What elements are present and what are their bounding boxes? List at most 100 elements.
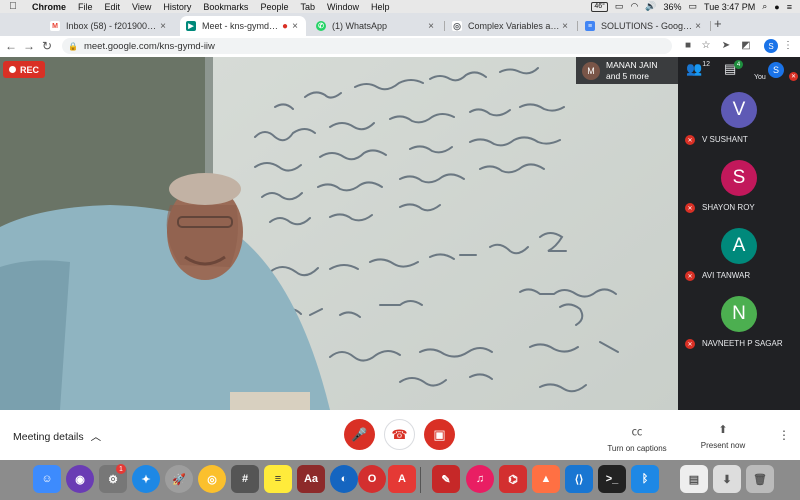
self-label: You xyxy=(754,74,766,81)
captions-button[interactable]: ㏄ Turn on captions xyxy=(602,423,672,453)
reload-icon[interactable]: ↻ xyxy=(40,39,54,53)
hangup-phone-icon: ☎ xyxy=(391,426,408,442)
apple-menu-icon[interactable]:  xyxy=(0,1,26,12)
tab-meet[interactable]: ▶ Meet - kns-gymd-iiw ● × xyxy=(180,16,306,36)
extension-icon[interactable]: ◩ xyxy=(740,40,752,51)
more-options-icon[interactable]: ⋮ xyxy=(778,428,790,442)
notes-icon[interactable]: ≡ xyxy=(264,465,292,493)
calculator-icon[interactable]: # xyxy=(231,465,259,493)
clock[interactable]: Tue 3:47 PM xyxy=(704,2,755,12)
dictionary-icon[interactable]: Aa xyxy=(297,465,325,493)
recording-dot-icon: ● xyxy=(281,20,289,32)
photo-booth-icon[interactable]: ◐ xyxy=(330,465,358,493)
chevron-up-icon: ︿ xyxy=(90,431,102,443)
mic-off-icon: ✕ xyxy=(685,135,695,145)
acrobat-icon[interactable]: A xyxy=(388,465,416,493)
send-icon[interactable]: ➤ xyxy=(720,40,732,51)
menu-list-icon[interactable]: ≡ xyxy=(787,2,792,12)
participant-tile[interactable]: N ✕ NAVNEETH P SAGAR xyxy=(678,296,800,364)
meet-controls-bar: Meeting details ︿ 🎤 ☎ ▣ ㏄ Turn on captio… xyxy=(0,410,800,460)
captions-icon: ㏄ xyxy=(631,426,643,438)
downloads-icon[interactable]: ⬇ xyxy=(713,465,741,493)
launchpad-icon[interactable]: 🚀 xyxy=(165,465,193,493)
meeting-details-button[interactable]: Meeting details ︿ xyxy=(13,429,101,444)
siri-icon[interactable]: ◉ xyxy=(66,465,94,493)
menu-people[interactable]: People xyxy=(254,2,294,12)
volume-icon[interactable]: 🔊 xyxy=(645,1,656,12)
matlab-icon[interactable]: ▲ xyxy=(532,465,560,493)
menu-app-name[interactable]: Chrome xyxy=(26,2,72,12)
mac-menu-bar:  Chrome File Edit View History Bookmark… xyxy=(0,0,800,13)
screen-icon[interactable]: ▭ xyxy=(615,1,624,12)
battery-percent[interactable]: 36% xyxy=(664,2,682,12)
battery-icon[interactable]: ▭ xyxy=(689,1,698,12)
menu-bookmarks[interactable]: Bookmarks xyxy=(197,2,254,12)
whatsapp-icon: ✆ xyxy=(316,21,326,31)
preview-icon[interactable]: ▤ xyxy=(680,465,708,493)
mic-toggle-button[interactable]: 🎤 xyxy=(344,419,375,450)
trash-icon[interactable]: 🗑 xyxy=(746,465,774,493)
new-tab-icon[interactable]: + xyxy=(714,16,722,31)
profile-avatar[interactable]: S xyxy=(764,39,778,53)
presenter-more: and 5 more xyxy=(606,70,649,81)
tab-complex-variables[interactable]: ◎ Complex Variables and Applica × xyxy=(446,16,576,36)
chrome-icon[interactable]: ◎ xyxy=(198,465,226,493)
participant-avatar: N xyxy=(721,296,757,332)
address-bar[interactable]: 🔒 meet.google.com/kns-gymd-iiw xyxy=(62,38,672,54)
present-label: Present now xyxy=(700,441,746,450)
self-avatar[interactable]: S xyxy=(768,62,784,78)
tab-title: SOLUTIONS - Google Docs xyxy=(601,21,693,31)
menu-file[interactable]: File xyxy=(72,2,99,12)
lock-icon[interactable]: 🔒 xyxy=(68,42,78,51)
back-arrow-icon[interactable]: ← xyxy=(4,39,18,53)
opera-icon[interactable]: O xyxy=(358,465,386,493)
close-icon[interactable]: × xyxy=(290,21,300,32)
tab-title: Complex Variables and Applica xyxy=(468,21,560,31)
participant-tile[interactable]: A ✕ AVI TANWAR xyxy=(678,228,800,296)
search-icon[interactable]: ⌕ xyxy=(762,1,767,12)
presenter-tile[interactable]: M MANAN JAIN and 5 more xyxy=(576,57,678,84)
url-text[interactable]: meet.google.com/kns-gymd-iiw xyxy=(84,41,215,52)
bluetooth-icon[interactable]: ᛒ xyxy=(631,465,659,493)
globe-icon: ◎ xyxy=(452,20,462,31)
people-icon: 👥 xyxy=(686,61,703,76)
tab-google-docs[interactable]: ≡ SOLUTIONS - Google Docs × xyxy=(579,16,709,36)
finder-icon[interactable]: ☺ xyxy=(33,465,61,493)
music-icon[interactable]: ♫ xyxy=(466,465,494,493)
participant-avatar: V xyxy=(721,92,757,128)
forward-arrow-icon[interactable]: → xyxy=(22,39,36,53)
menu-help[interactable]: Help xyxy=(365,2,396,12)
user-icon[interactable]: ● xyxy=(774,2,779,12)
close-icon[interactable]: × xyxy=(693,21,703,32)
close-icon[interactable]: × xyxy=(158,21,168,32)
tab-gmail[interactable]: M Inbox (58) - f20190029@pilani × xyxy=(44,16,174,36)
camera-toggle-button[interactable]: ▣ xyxy=(424,419,455,450)
acrobat-reader-icon[interactable]: ⌬ xyxy=(499,465,527,493)
master-pdf-icon[interactable]: ✎ xyxy=(432,465,460,493)
camera-in-use-icon[interactable]: ■ xyxy=(682,40,694,51)
menu-edit[interactable]: Edit xyxy=(99,2,127,12)
safari-icon[interactable]: ✦ xyxy=(132,465,160,493)
participant-name: V SUSHANT xyxy=(702,135,748,144)
menu-window[interactable]: Window xyxy=(321,2,365,12)
vscode-icon[interactable]: ⟨⟩ xyxy=(565,465,593,493)
bookmark-star-icon[interactable]: ☆ xyxy=(700,40,712,51)
terminal-icon[interactable]: >_ xyxy=(598,465,626,493)
leave-call-button[interactable]: ☎ xyxy=(384,419,415,450)
participant-tile[interactable]: V ✕ V SUSHANT xyxy=(678,92,800,160)
video-frame xyxy=(0,57,678,410)
menu-tab[interactable]: Tab xyxy=(294,2,321,12)
rec-label: REC xyxy=(19,64,39,75)
wifi-icon[interactable]: ◠ xyxy=(630,1,638,12)
people-button[interactable]: 👥12 xyxy=(686,61,710,85)
more-vert-icon[interactable]: ⋮ xyxy=(782,40,794,51)
tab-whatsapp[interactable]: ✆ (1) WhatsApp × xyxy=(310,16,442,36)
participant-avatar: S xyxy=(721,160,757,196)
close-icon[interactable]: × xyxy=(560,21,570,32)
present-now-button[interactable]: ⬆ Present now xyxy=(692,423,754,450)
participant-tile[interactable]: S ✕ SHAYON ROY xyxy=(678,160,800,228)
menu-view[interactable]: View xyxy=(126,2,157,12)
menu-history[interactable]: History xyxy=(157,2,197,12)
temperature-indicator[interactable]: 46° xyxy=(591,1,608,12)
close-icon[interactable]: × xyxy=(426,21,436,32)
